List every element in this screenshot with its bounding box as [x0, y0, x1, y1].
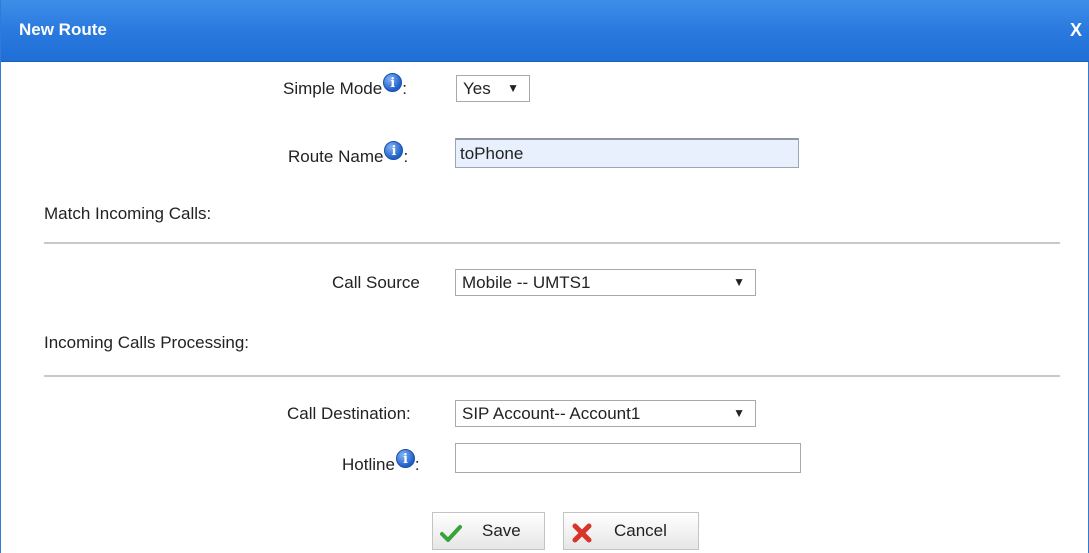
dialog-title-bar: New Route X	[1, 0, 1089, 62]
simple-mode-value: Yes	[463, 79, 491, 98]
simple-mode-colon: :	[402, 79, 407, 98]
triangle-down-icon: ▼	[507, 81, 519, 95]
route-name-label-group: Route Name i:	[288, 141, 409, 167]
cancel-label: Cancel	[614, 521, 667, 540]
match-incoming-calls-heading: Match Incoming Calls:	[44, 204, 212, 223]
incoming-calls-processing-heading: Incoming Calls Processing:	[44, 333, 250, 352]
call-destination-label: Call Destination:	[287, 404, 411, 423]
hotline-info-icon[interactable]: i	[395, 449, 415, 468]
call-destination-value: SIP Account-- Account1	[462, 404, 641, 423]
x-mark-icon	[572, 523, 592, 543]
simple-mode-select[interactable]: Yes ▼	[456, 75, 530, 102]
simple-mode-label-group: Simple Mode i:	[283, 73, 407, 99]
triangle-down-icon: ▼	[733, 406, 745, 420]
hotline-label: Hotline	[342, 455, 395, 474]
route-name-input[interactable]: toPhone	[455, 138, 799, 168]
cancel-button[interactable]: Cancel	[563, 512, 699, 550]
route-name-label: Route Name	[288, 147, 384, 166]
hotline-colon: :	[414, 455, 420, 474]
dialog-title: New Route	[19, 20, 107, 39]
call-source-label: Call Source	[332, 273, 420, 292]
call-destination-select[interactable]: SIP Account-- Account1 ▼	[455, 400, 756, 427]
call-source-select[interactable]: Mobile -- UMTS1 ▼	[455, 269, 756, 296]
save-button[interactable]: Save	[432, 512, 545, 550]
section-divider	[44, 242, 1060, 244]
hotline-label-group: Hotline i:	[342, 449, 420, 475]
save-label: Save	[482, 521, 521, 540]
hotline-input[interactable]	[455, 443, 801, 473]
route-name-info-icon[interactable]: i	[384, 141, 404, 160]
new-route-dialog: New Route X Simple Mode i: Yes ▼ Route Na…	[0, 0, 1089, 553]
call-source-value: Mobile -- UMTS1	[462, 273, 591, 292]
route-name-colon: :	[403, 147, 409, 166]
close-button[interactable]: X	[1070, 20, 1082, 41]
section-divider	[44, 375, 1060, 377]
check-icon	[440, 525, 462, 542]
simple-mode-label: Simple Mode	[283, 79, 383, 98]
triangle-down-icon: ▼	[733, 275, 745, 289]
simple-mode-info-icon[interactable]: i	[383, 73, 403, 92]
